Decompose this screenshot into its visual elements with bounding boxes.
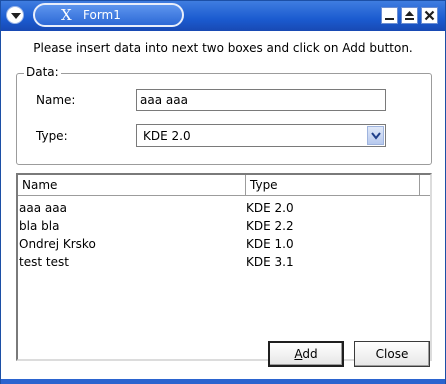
add-label-rest: dd (302, 347, 318, 361)
data-group-legend: Data: (24, 65, 61, 79)
column-header-type[interactable]: Type (246, 175, 420, 196)
row-type-cell: KDE 2.2 (246, 219, 294, 233)
x-logo-icon: X (61, 6, 72, 24)
chevron-down-icon (11, 13, 21, 19)
form-body: Please insert data into next two boxes a… (2, 31, 444, 380)
type-label: Type: (36, 129, 68, 143)
type-select-arrow[interactable] (367, 126, 384, 145)
shade-button[interactable] (401, 7, 418, 24)
shade-icon (405, 11, 414, 20)
title-pill: X Form1 (33, 3, 184, 27)
close-icon (424, 10, 435, 21)
table-row[interactable]: bla bla KDE 2.2 (18, 217, 430, 235)
table-row[interactable]: Ondrej Krsko KDE 1.0 (18, 235, 430, 253)
minimize-icon (385, 18, 394, 20)
table-row[interactable]: test test KDE 3.1 (18, 253, 430, 271)
window-title: Form1 (83, 8, 121, 22)
title-bar[interactable]: X Form1 (1, 1, 445, 31)
name-label: Name: (36, 93, 76, 107)
form1-window: X Form1 Please insert data into next two… (0, 0, 446, 384)
row-name-cell: bla bla (19, 219, 60, 233)
row-type-cell: KDE 1.0 (246, 237, 294, 251)
instruction-text: Please insert data into next two boxes a… (33, 41, 413, 55)
chevron-down-icon (371, 132, 381, 140)
row-name-cell: test test (19, 255, 69, 269)
type-select[interactable]: KDE 2.0 (136, 124, 386, 147)
column-header-name[interactable]: Name (18, 175, 246, 196)
minimize-button[interactable] (381, 7, 398, 24)
row-type-cell: KDE 2.0 (246, 201, 294, 215)
listview-header: Name Type (18, 175, 430, 196)
window-bottom-border (1, 379, 445, 384)
row-type-cell: KDE 3.1 (246, 255, 294, 269)
table-row[interactable]: aaa aaa KDE 2.0 (18, 199, 430, 217)
window-menu-button[interactable] (6, 6, 24, 24)
row-name-cell: aaa aaa (19, 201, 67, 215)
row-name-cell: Ondrej Krsko (19, 237, 96, 251)
close-button[interactable]: Close (354, 341, 430, 367)
type-select-value: KDE 2.0 (143, 129, 191, 143)
add-button[interactable]: Add (268, 341, 344, 367)
name-input[interactable]: aaa aaa (136, 89, 386, 111)
data-groupbox (16, 73, 432, 165)
close-window-button[interactable] (421, 7, 438, 24)
entries-listview[interactable]: Name Type aaa aaa KDE 2.0 bla bla KDE 2.… (16, 173, 432, 361)
